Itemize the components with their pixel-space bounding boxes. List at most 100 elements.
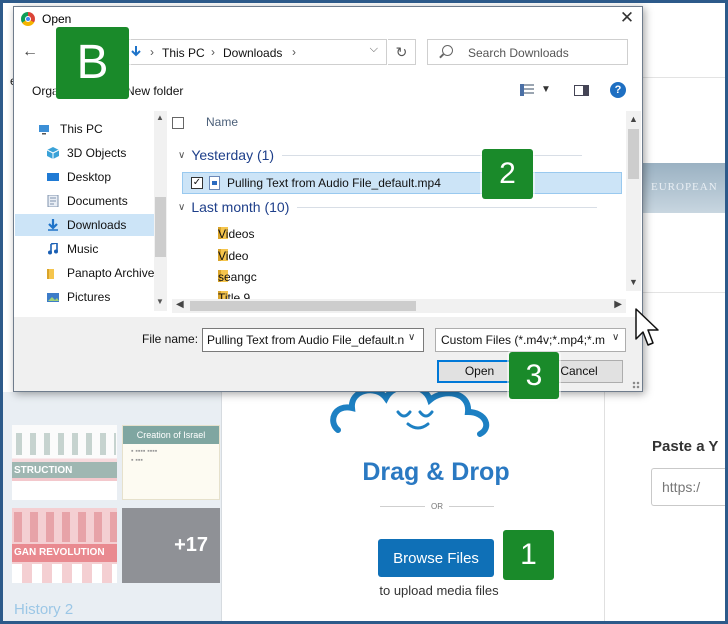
callout-badge-3: 3: [509, 352, 559, 399]
video-file-icon: [209, 176, 220, 190]
background-divider: [643, 77, 725, 78]
chevron-down-icon[interactable]: ∨: [408, 332, 415, 343]
upload-hint: to upload media files: [379, 583, 499, 598]
background-banner-image: EUROPEAN: [643, 163, 725, 213]
document-icon: [47, 195, 59, 207]
sidebar-item-pictures[interactable]: Pictures: [15, 286, 155, 308]
thumbnail-caption: Creation of Israel: [123, 426, 219, 444]
chevron-left-icon[interactable]: ◀: [176, 299, 184, 310]
chevron-down-icon[interactable]: ⌵: [370, 43, 378, 56]
chevron-down-icon[interactable]: ▼: [541, 84, 551, 95]
url-input[interactable]: https:/: [651, 468, 725, 506]
chevron-down-icon[interactable]: ▼: [156, 297, 164, 306]
breadcrumb-downloads[interactable]: Downloads: [223, 46, 282, 60]
address-bar[interactable]: › This PC › Downloads › ⌵: [121, 39, 387, 65]
sidebar-item-label: Pictures: [67, 290, 111, 304]
drag-drop-title: Drag & Drop: [362, 458, 510, 486]
breadcrumb-separator: ›: [150, 45, 154, 59]
callout-badge-1: 1: [503, 530, 554, 580]
file-list: Name ∨ Yesterday (1) ✓ Pulling Text from…: [172, 111, 626, 309]
paste-url-label: Paste a Y: [652, 438, 719, 455]
file-name: Pulling Text from Audio File_default.mp4: [227, 176, 441, 190]
file-name-label: File name:: [142, 332, 199, 346]
media-thumbnail[interactable]: STRUCTION: [12, 425, 117, 500]
download-icon: [48, 219, 58, 231]
sidebar-item-downloads[interactable]: Downloads: [15, 214, 155, 236]
or-label: OR: [431, 501, 443, 511]
sidebar-item-label: Music: [67, 242, 99, 256]
callout-badge-2: 2: [482, 149, 533, 199]
chrome-icon: [21, 12, 35, 26]
resize-grip-icon[interactable]: [632, 381, 640, 389]
sidebar-item-label: This PC: [60, 122, 103, 136]
browse-files-button[interactable]: Browse Files: [378, 539, 494, 577]
sidebar-item-label: Desktop: [67, 170, 112, 184]
sidebar-item-this-pc[interactable]: This PC: [15, 118, 155, 140]
search-placeholder: Search Downloads: [468, 46, 569, 60]
sidebar-item-desktop[interactable]: Desktop: [15, 166, 155, 188]
sidebar-item-music[interactable]: Music: [15, 238, 155, 260]
background-divider: [643, 292, 725, 293]
close-icon[interactable]: ✕: [618, 8, 636, 28]
sidebar-item-label: Panapto Archive: [67, 266, 155, 280]
callout-badge-b: B: [56, 27, 129, 99]
sidebar-item-label: Downloads: [67, 218, 127, 232]
breadcrumb-separator: ›: [211, 45, 215, 59]
horizontal-scrollbar[interactable]: ◀ ▶: [172, 299, 626, 313]
sidebar-item-panapto-archive[interactable]: Panapto Archive: [15, 262, 155, 284]
pictures-icon: [47, 293, 59, 302]
breadcrumb-separator[interactable]: ›: [292, 45, 296, 59]
group-header-last-month[interactable]: ∨ Last month (10): [178, 199, 598, 215]
new-folder-button[interactable]: New folder: [126, 84, 183, 98]
dialog-title: Open: [42, 12, 72, 26]
history-label[interactable]: History 2: [14, 601, 73, 618]
refresh-icon: ↻: [395, 44, 408, 60]
column-header-name[interactable]: Name: [206, 115, 238, 129]
view-options-icon[interactable]: [520, 84, 534, 96]
search-input[interactable]: Search Downloads: [427, 39, 628, 65]
download-icon: [131, 46, 141, 57]
file-row-selected[interactable]: ✓ Pulling Text from Audio File_default.m…: [182, 172, 622, 194]
sidebar-item-documents[interactable]: Documents: [15, 190, 155, 212]
file-list-scrollbar[interactable]: ▲ ▼: [626, 111, 641, 291]
computer-icon: [39, 125, 49, 135]
file-name-input[interactable]: Pulling Text from Audio File_default.n: [202, 328, 424, 352]
sidebar-item-label: Documents: [67, 194, 128, 208]
search-icon: [442, 45, 453, 56]
checkbox-checked[interactable]: ✓: [191, 177, 203, 189]
chevron-down-icon[interactable]: ∨: [612, 332, 619, 343]
mouse-cursor-icon: [635, 308, 659, 346]
chevron-right-icon[interactable]: ▶: [614, 299, 622, 310]
list-item[interactable]: Video: [196, 247, 496, 267]
sidebar-scrollbar[interactable]: ▲ ▼: [154, 111, 167, 311]
desktop-icon: [47, 173, 59, 181]
more-media-count[interactable]: +17: [122, 508, 220, 583]
chevron-down-icon: ∨: [178, 201, 186, 213]
list-item[interactable]: seangc: [196, 268, 496, 288]
chevron-up-icon[interactable]: ▲: [629, 114, 638, 124]
refresh-button[interactable]: ↻: [388, 39, 416, 65]
sidebar-item-3d-objects[interactable]: 3D Objects: [15, 142, 155, 164]
file-type-select[interactable]: Custom Files (*.m4v;*.mp4;*.m: [435, 328, 626, 352]
banner-text: EUROPEAN: [651, 181, 718, 193]
music-icon: [48, 243, 58, 255]
chevron-up-icon[interactable]: ▲: [156, 113, 164, 122]
folder-icon: [47, 269, 54, 279]
preview-pane-icon[interactable]: [574, 85, 589, 96]
thumbnail-caption: GAN REVOLUTION: [14, 547, 105, 558]
or-divider: OR: [380, 498, 494, 514]
back-arrow-icon[interactable]: ←: [22, 43, 38, 61]
breadcrumb-this-pc[interactable]: This PC: [162, 46, 205, 60]
chevron-down-icon: ∨: [178, 149, 186, 161]
cube-icon: [47, 147, 59, 159]
chevron-down-icon[interactable]: ▼: [629, 277, 638, 287]
media-thumbnail[interactable]: GAN REVOLUTION: [12, 508, 117, 583]
url-paste-panel: [604, 392, 725, 624]
list-item[interactable]: Videos: [196, 225, 496, 245]
media-thumbnail[interactable]: Creation of Israel ▪ ▪▪▪▪ ▪▪▪▪ ▪ ▪▪▪: [122, 425, 220, 500]
sidebar-item-label: 3D Objects: [67, 146, 127, 160]
navigation-pane: This PC 3D Objects Desktop Documents Dow…: [15, 111, 168, 311]
thumbnail-caption: STRUCTION: [14, 465, 73, 476]
select-all-checkbox[interactable]: [172, 117, 184, 129]
help-icon[interactable]: ?: [610, 82, 626, 98]
